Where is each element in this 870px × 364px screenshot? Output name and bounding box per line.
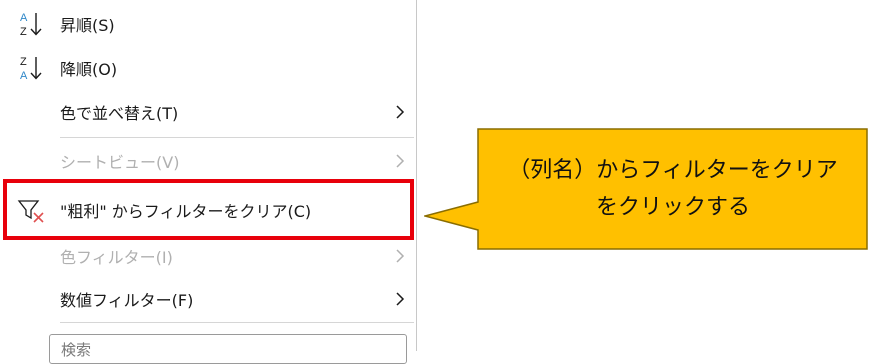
svg-text:A: A <box>20 12 28 24</box>
menu-separator <box>60 137 414 138</box>
chevron-right-icon <box>396 105 405 119</box>
sort-descending-icon: Z A <box>20 56 42 82</box>
chevron-right-icon <box>396 249 405 263</box>
sort-descending-item[interactable]: Z A 降順(O) <box>0 46 416 90</box>
color-filter-item: 色フィルター(I) <box>0 234 416 278</box>
callout-line-1: （列名）からフィルターをクリア <box>508 157 838 183</box>
search-placeholder: 検索 <box>61 341 92 359</box>
menu-separator <box>60 322 414 323</box>
svg-text:A: A <box>20 70 28 82</box>
sort-by-color-item[interactable]: 色で並べ替え(T) <box>0 90 416 134</box>
filter-context-menu: A Z 昇順(S) Z A 降順(O) 色で並べ替え(T) シートビュー(V) <box>0 0 417 364</box>
sheet-view-item: シートビュー(V) <box>0 139 416 183</box>
highlight-box <box>3 179 414 240</box>
sort-ascending-label: 昇順(S) <box>60 16 115 35</box>
search-input[interactable]: 検索 <box>49 334 407 364</box>
svg-text:Z: Z <box>20 26 27 38</box>
svg-text:Z: Z <box>20 56 27 68</box>
chevron-right-icon <box>396 154 405 168</box>
number-filter-item[interactable]: 数値フィルター(F) <box>0 277 416 321</box>
callout-text: （列名）からフィルターをクリア をクリックする <box>478 128 868 250</box>
number-filter-label: 数値フィルター(F) <box>60 291 194 310</box>
chevron-right-icon <box>396 292 405 306</box>
sort-by-color-label: 色で並べ替え(T) <box>60 104 179 123</box>
color-filter-label: 色フィルター(I) <box>60 248 173 267</box>
sort-ascending-item[interactable]: A Z 昇順(S) <box>0 2 416 46</box>
callout-line-2: をクリックする <box>595 195 750 220</box>
sheet-view-label: シートビュー(V) <box>60 153 180 172</box>
sort-descending-label: 降順(O) <box>60 60 118 79</box>
sort-ascending-icon: A Z <box>20 12 42 38</box>
